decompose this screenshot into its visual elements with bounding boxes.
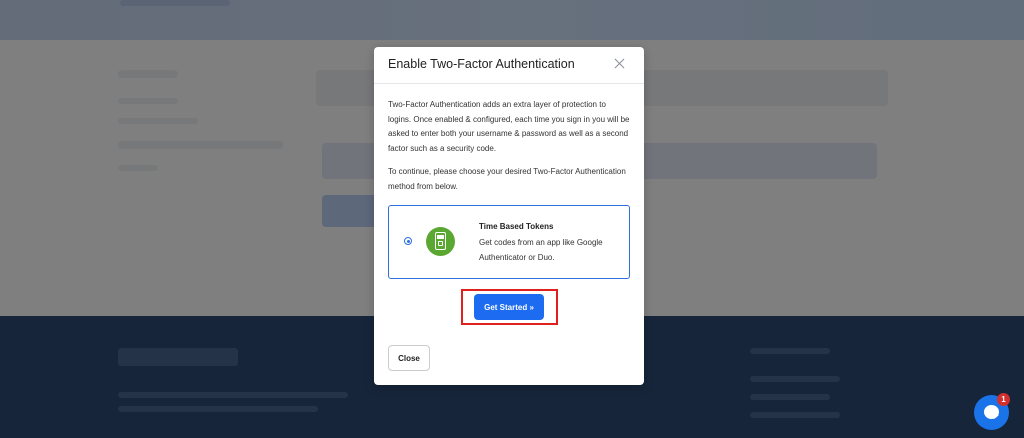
two-factor-modal: Enable Two-Factor Authentication Two-Fac…	[374, 47, 644, 385]
modal-title: Enable Two-Factor Authentication	[388, 57, 575, 71]
intro-text: Two-Factor Authentication adds an extra …	[388, 100, 630, 153]
option-radio[interactable]	[404, 237, 412, 245]
instruction-text: To continue, please choose your desired …	[388, 167, 626, 191]
modal-header: Enable Two-Factor Authentication	[374, 47, 644, 84]
get-started-button[interactable]: Get Started »	[474, 294, 544, 320]
option-title: Time Based Tokens	[479, 222, 554, 231]
phone-lock-icon	[426, 227, 455, 256]
chat-notification-badge: 1	[997, 393, 1010, 406]
time-based-tokens-option[interactable]: Time Based Tokens Get codes from an app …	[388, 205, 630, 279]
close-icon[interactable]	[613, 57, 627, 71]
modal-body: Two-Factor Authentication adds an extra …	[374, 84, 644, 194]
close-button[interactable]: Close	[388, 345, 430, 371]
option-description: Get codes from an app like Google Authen…	[479, 238, 603, 262]
